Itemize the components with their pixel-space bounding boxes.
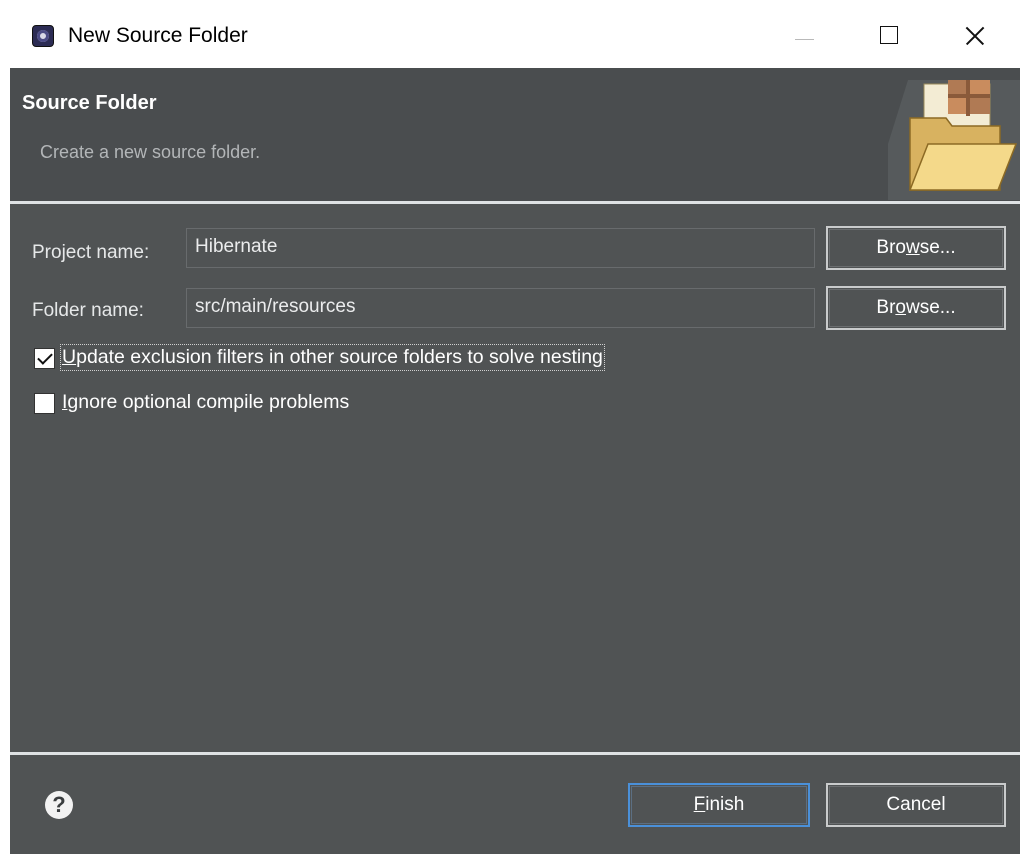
project-name-field[interactable]: Hibernate (186, 228, 815, 268)
update-exclusion-checkbox[interactable] (34, 348, 55, 369)
window-titlebar: New Source Folder (0, 0, 1020, 68)
close-icon[interactable] (946, 14, 1002, 58)
finish-button[interactable]: Finish (628, 783, 810, 827)
folder-name-label: Folder name: (32, 300, 144, 321)
minimize-icon[interactable] (776, 14, 832, 58)
wizard-description: Create a new source folder. (40, 142, 261, 162)
eclipse-app-icon (32, 25, 54, 47)
ignore-optional-label: Ignore optional compile problems (62, 391, 350, 413)
ignore-optional-checkbox[interactable] (34, 393, 55, 414)
wizard-header: Source Folder Create a new source folder… (10, 68, 1020, 201)
project-browse-button[interactable]: Browse... (826, 226, 1006, 270)
dialog-body: Source Folder Create a new source folder… (10, 68, 1020, 854)
cancel-button[interactable]: Cancel (826, 783, 1006, 827)
footer-separator (10, 752, 1020, 755)
maximize-icon[interactable] (860, 14, 916, 58)
folder-browse-button[interactable]: Browse... (826, 286, 1006, 330)
wizard-title: Source Folder (22, 92, 157, 114)
window-title: New Source Folder (68, 24, 248, 47)
header-separator (10, 201, 1020, 204)
project-name-label: Project name: (32, 242, 150, 263)
new-folder-wizard-icon (888, 80, 1020, 200)
folder-name-field[interactable]: src/main/resources (186, 288, 815, 328)
update-exclusion-label: Update exclusion filters in other source… (60, 344, 605, 371)
help-icon[interactable]: ? (45, 791, 73, 819)
